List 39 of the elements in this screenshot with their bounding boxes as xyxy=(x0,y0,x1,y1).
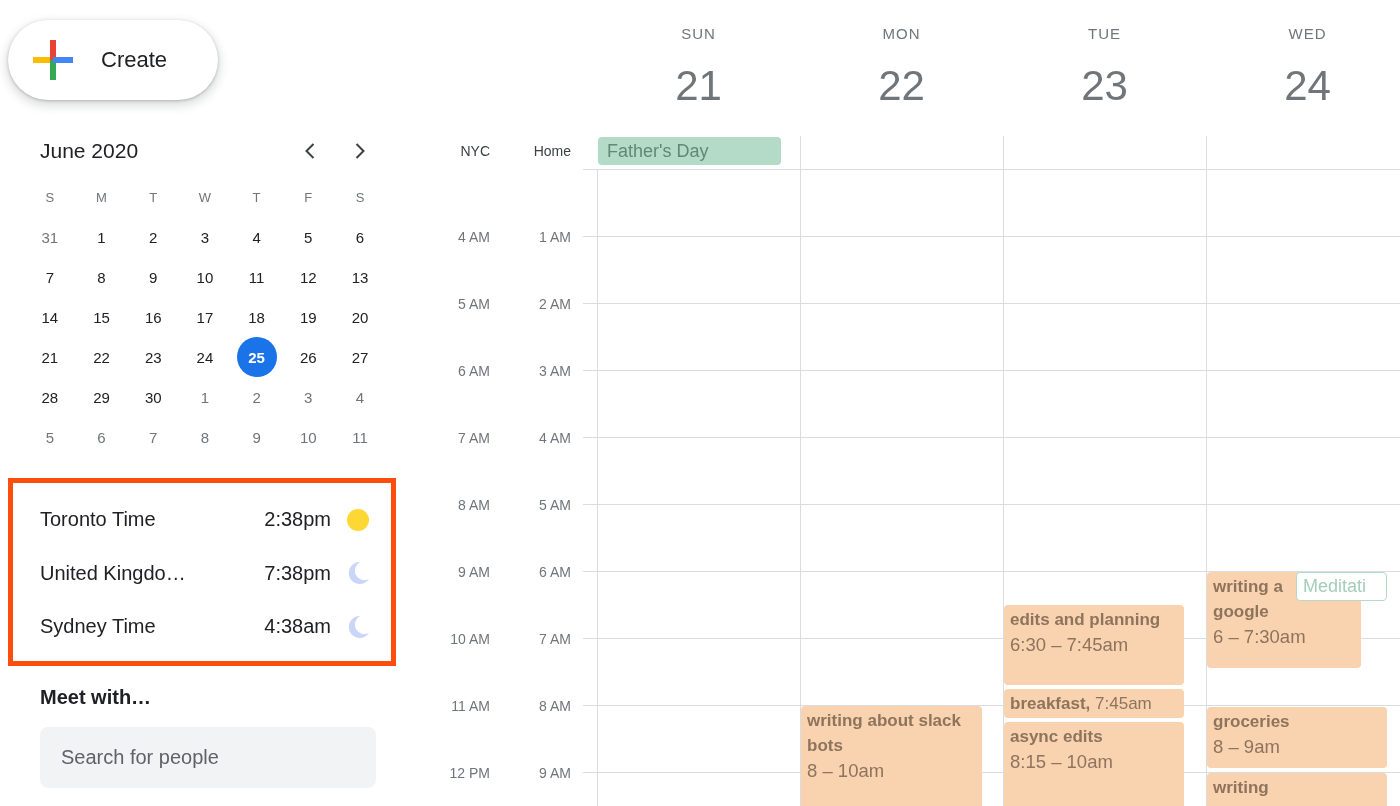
day-name: SUN xyxy=(681,24,716,44)
day-name: MON xyxy=(882,24,921,44)
weekday-label: T xyxy=(252,189,261,205)
weekday-label: S xyxy=(45,189,55,205)
weekday-label: F xyxy=(304,189,313,205)
clock-time: 7:38pm xyxy=(264,561,331,585)
hour-label: 4 AM xyxy=(458,229,490,245)
hour-label: 1 AM xyxy=(539,229,571,245)
clock-time: 4:38am xyxy=(264,615,331,639)
hour-label: 3 AM xyxy=(539,363,571,379)
month-title: June 2020 xyxy=(40,139,140,163)
day-name: WED xyxy=(1288,24,1327,44)
hour-label: 12 PM xyxy=(449,765,490,781)
timezone-label: Home xyxy=(533,142,571,159)
hour-label: 2 AM xyxy=(539,296,571,312)
clock-time: 2:38pm xyxy=(264,508,331,532)
clock-city: United Kingdo… xyxy=(40,561,187,585)
clock-city: Sydney Time xyxy=(40,615,157,639)
hour-label: 7 AM xyxy=(458,430,490,446)
hour-label: 11 AM xyxy=(451,698,490,714)
hour-label: 6 AM xyxy=(458,363,490,379)
meet-with-heading: Meet with… xyxy=(40,685,152,709)
timezone-label: NYC xyxy=(460,142,490,159)
day-name: TUE xyxy=(1088,24,1121,44)
hour-label: 10 AM xyxy=(450,631,490,647)
weekday-label: M xyxy=(96,189,107,205)
clock-city: Toronto Time xyxy=(40,508,157,532)
hour-label: 9 AM xyxy=(539,765,571,781)
hour-label: 8 AM xyxy=(458,497,490,513)
weekday-label: T xyxy=(149,189,158,205)
weekday-label: W xyxy=(198,189,212,205)
hour-label: 6 AM xyxy=(539,564,571,580)
hour-label: 5 AM xyxy=(458,296,490,312)
hour-label: 7 AM xyxy=(539,631,571,647)
weekday-label: S xyxy=(355,189,365,205)
hour-label: 4 AM xyxy=(539,430,571,446)
hour-label: 5 AM xyxy=(539,497,571,513)
hour-label: 9 AM xyxy=(458,564,490,580)
hour-label: 8 AM xyxy=(539,698,571,714)
